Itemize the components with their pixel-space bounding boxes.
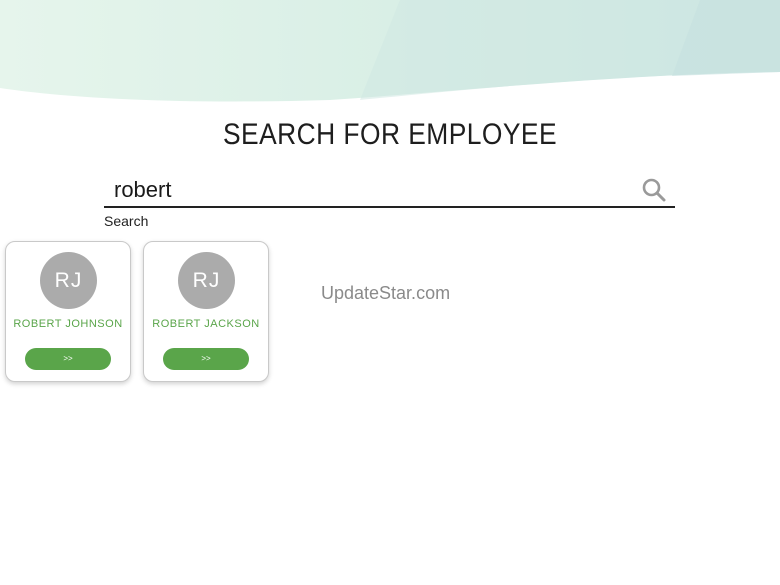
employee-card[interactable]: RJ ROBERT JOHNSON >> xyxy=(5,241,131,382)
employee-name: ROBERT JOHNSON xyxy=(13,318,123,330)
watermark: UpdateStar.com xyxy=(321,283,451,303)
employee-search-page: SEARCH FOR EMPLOYEE Search RJ ROBERT JOH… xyxy=(0,0,780,585)
header-banner xyxy=(0,0,780,102)
open-employee-button[interactable]: >> xyxy=(25,348,111,370)
page-title: SEARCH FOR EMPLOYEE xyxy=(222,118,558,151)
avatar: RJ xyxy=(40,252,97,309)
avatar: RJ xyxy=(178,252,235,309)
open-employee-button[interactable]: >> xyxy=(163,348,249,370)
search-field[interactable] xyxy=(104,172,675,208)
search-icon[interactable] xyxy=(641,177,667,203)
search-label: Search xyxy=(104,213,149,229)
employee-name: ROBERT JACKSON xyxy=(152,318,260,330)
employee-card[interactable]: RJ ROBERT JACKSON >> xyxy=(143,241,269,382)
search-input[interactable] xyxy=(114,174,624,206)
